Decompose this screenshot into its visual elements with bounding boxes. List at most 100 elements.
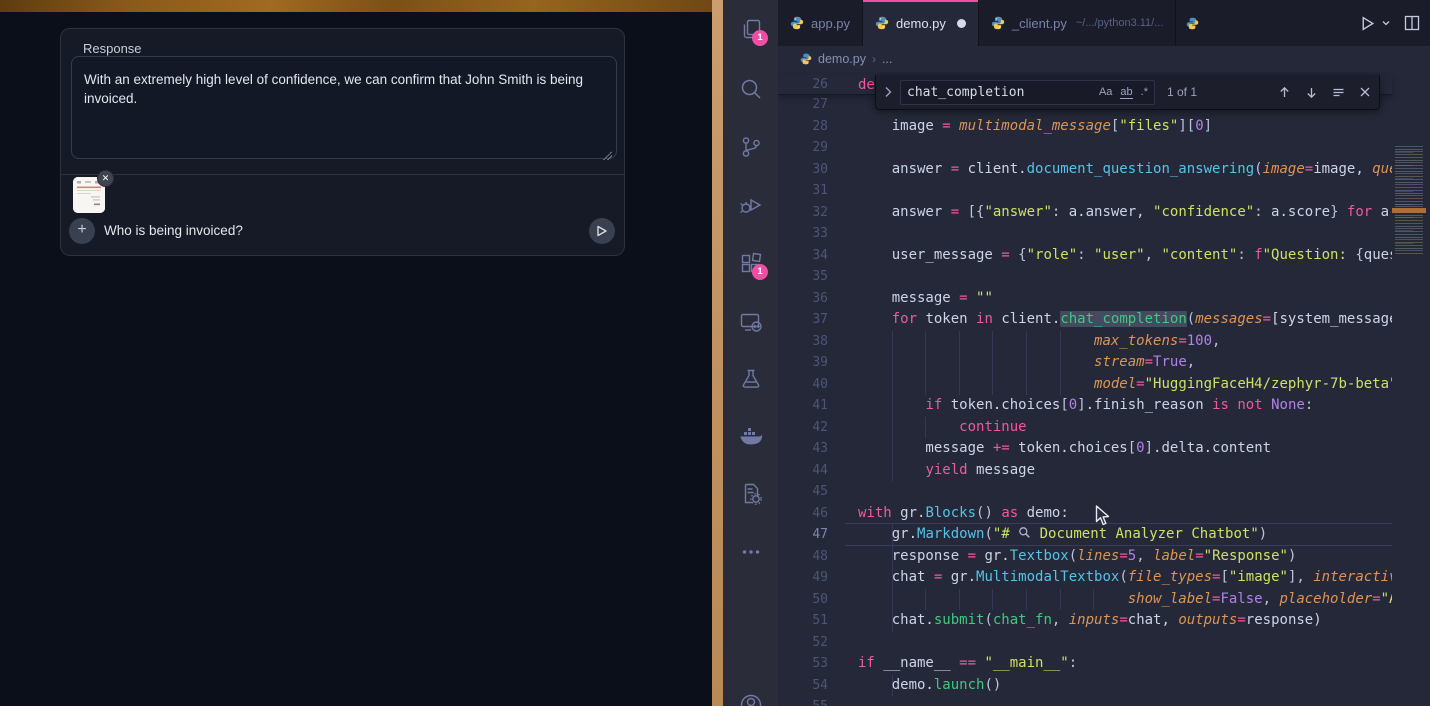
line-number: 43 (797, 438, 828, 460)
docker-icon[interactable] (738, 424, 764, 450)
tab-demo-py[interactable]: demo.py (863, 0, 979, 46)
tab-overflow[interactable] (1176, 0, 1199, 46)
line-number: 52 (797, 632, 828, 654)
gradio-panel: Response With an extremely high level of… (60, 28, 625, 256)
chat-input-text[interactable]: Who is being invoiced? (104, 223, 243, 238)
send-button[interactable] (589, 218, 615, 244)
code-line[interactable]: 45 (778, 481, 1392, 503)
code-line[interactable]: 30 answer = client.document_question_ans… (778, 159, 1392, 181)
source-control-icon[interactable] (738, 134, 764, 160)
code-line[interactable]: 54 demo.launch() (778, 675, 1392, 697)
line-number: 31 (797, 180, 828, 202)
whole-word-toggle[interactable]: ab (1120, 86, 1132, 99)
minimap-code-texture-2 (1395, 146, 1413, 256)
extensions-badge: 1 (752, 264, 768, 280)
line-number: 34 (797, 245, 828, 267)
code-line[interactable]: 38 max_tokens=100, (778, 331, 1392, 353)
python-icon (800, 53, 812, 65)
more-views-icon[interactable] (738, 539, 764, 565)
python-icon (790, 16, 804, 30)
code-line[interactable]: 40 model="HuggingFaceH4/zephyr-7b-beta")… (778, 374, 1392, 396)
code-line[interactable]: 49 chat = gr.MultimodalTextbox(file_type… (778, 567, 1392, 589)
code-line[interactable]: 52 (778, 632, 1392, 654)
code-area[interactable]: 2728 image = multimodal_message["files"]… (778, 72, 1392, 706)
code-line[interactable]: 48 response = gr.Textbox(lines=5, label=… (778, 546, 1392, 568)
code-line[interactable]: 28 image = multimodal_message["files"][0… (778, 116, 1392, 138)
code-line[interactable]: 42 continue (778, 417, 1392, 439)
minimap[interactable] (1392, 72, 1430, 706)
find-query[interactable]: chat_completion (907, 85, 1091, 100)
code-line[interactable]: 32 answer = [{"answer": a.answer, "confi… (778, 202, 1392, 224)
code-line[interactable]: 55 (778, 696, 1392, 706)
match-case-toggle[interactable]: Aa (1099, 86, 1112, 98)
desktop-wallpaper-strip (0, 0, 712, 12)
response-label: Response (83, 41, 142, 56)
code-line[interactable]: 37 for token in client.chat_completion(m… (778, 309, 1392, 331)
response-textarea[interactable]: With an extremely high level of confiden… (71, 56, 617, 159)
line-number: 40 (797, 374, 828, 396)
remove-attachment-button[interactable]: ✕ (97, 170, 114, 187)
line-number: 51 (797, 610, 828, 632)
line-number: 26 (797, 75, 828, 95)
tab-app-py[interactable]: app.py (778, 0, 863, 46)
test-beaker-icon[interactable] (738, 366, 764, 392)
code-line[interactable]: 33 (778, 223, 1392, 245)
code-line[interactable]: 39 stream=True, (778, 352, 1392, 374)
regex-toggle[interactable]: .* (1141, 86, 1148, 98)
activity-bar: 1 (723, 0, 778, 706)
code-line[interactable]: 31 (778, 180, 1392, 202)
line-number: 32 (797, 202, 828, 224)
breadcrumb[interactable]: demo.py › ... (778, 46, 1430, 72)
breadcrumb-file[interactable]: demo.py (818, 52, 866, 66)
code-line[interactable]: 41 if token.choices[0].finish_reason is … (778, 395, 1392, 417)
line-number: 42 (797, 417, 828, 439)
remote-explorer-icon[interactable] (738, 309, 764, 335)
code-line[interactable]: 53if __name__ == "__main__": (778, 653, 1392, 675)
tab-label: demo.py (896, 16, 946, 31)
minimap-search-match-marker (1392, 208, 1426, 213)
code-line[interactable]: 36 message = "" (778, 288, 1392, 310)
close-find-button[interactable] (1359, 86, 1371, 98)
line-number: 33 (797, 223, 828, 245)
line-number: 28 (797, 116, 828, 138)
run-python-file-button[interactable] (1359, 15, 1376, 32)
code-line[interactable]: 44 yield message (778, 460, 1392, 482)
tab-client-py[interactable]: _client.py ~/.../python3.11/... (979, 0, 1176, 46)
task-file-gear-icon[interactable] (738, 481, 764, 507)
code-line[interactable]: 43 message += token.choices[0].delta.con… (778, 438, 1392, 460)
account-icon[interactable] (738, 692, 764, 706)
code-line[interactable]: 46with gr.Blocks() as demo: (778, 503, 1392, 525)
line-number: 35 (797, 266, 828, 288)
line-number: 29 (797, 137, 828, 159)
code-line[interactable]: 47 gr.Markdown("# Document Analyzer Chat… (778, 524, 1392, 546)
unsaved-changes-dot[interactable] (957, 19, 966, 28)
code-line[interactable]: 51 chat.submit(chat_fn, inputs=chat, out… (778, 610, 1392, 632)
find-input[interactable]: chat_completion Aa ab .* (900, 80, 1155, 105)
python-icon (991, 16, 1005, 30)
code-editor[interactable]: 2728 image = multimodal_message["files"]… (778, 72, 1430, 706)
line-number: 27 (797, 94, 828, 116)
add-attachment-button[interactable]: + (69, 218, 95, 244)
line-number: 30 (797, 159, 828, 181)
editor-group: app.py demo.py (778, 0, 1430, 706)
previous-match-button[interactable] (1278, 86, 1291, 99)
run-dropdown-chevron-icon[interactable] (1381, 18, 1391, 28)
editor-actions (1349, 0, 1430, 46)
line-number: 50 (797, 589, 828, 611)
split-editor-button[interactable] (1404, 15, 1420, 31)
code-line[interactable]: 50 show_label=False, placeholder="Ask a … (778, 589, 1392, 611)
window-gap-wallpaper (712, 0, 723, 706)
search-icon[interactable] (738, 76, 764, 102)
explorer-badge: 1 (752, 30, 768, 46)
tab-label: app.py (811, 16, 850, 31)
line-number: 54 (797, 675, 828, 697)
toggle-replace-chevron-icon[interactable] (884, 86, 892, 98)
code-line[interactable]: 29 (778, 137, 1392, 159)
next-match-button[interactable] (1305, 86, 1318, 99)
code-line[interactable]: 34 user_message = {"role": "user", "cont… (778, 245, 1392, 267)
run-debug-icon[interactable] (738, 192, 764, 218)
code-line[interactable]: 35 (778, 266, 1392, 288)
find-in-selection-button[interactable] (1332, 86, 1345, 99)
breadcrumb-more[interactable]: ... (882, 52, 892, 66)
line-number: 46 (797, 503, 828, 525)
